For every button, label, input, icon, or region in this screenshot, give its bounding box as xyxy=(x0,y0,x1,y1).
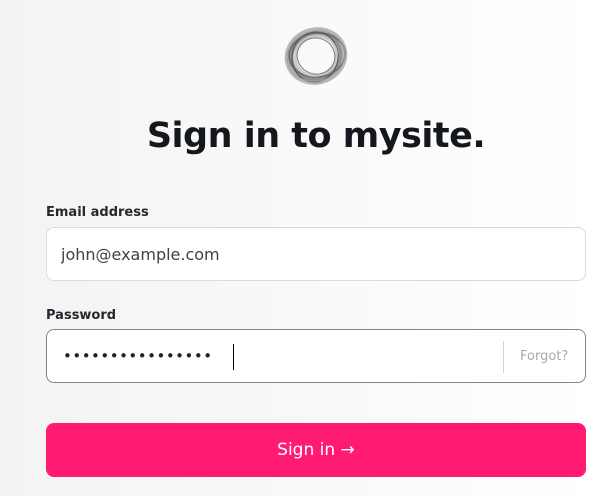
password-field-container: Forgot? xyxy=(46,329,586,383)
forgot-password-link[interactable]: Forgot? xyxy=(520,330,568,382)
email-input[interactable] xyxy=(61,228,481,280)
email-label: Email address xyxy=(46,205,149,220)
field-divider xyxy=(503,341,504,373)
sign-in-button[interactable]: Sign in → xyxy=(46,423,586,477)
password-input[interactable] xyxy=(63,330,483,382)
email-field-container xyxy=(46,227,586,281)
password-label: Password xyxy=(46,308,117,323)
page-title: Sign in to mysite. xyxy=(146,116,486,156)
ring-logo-icon xyxy=(284,27,348,85)
text-caret xyxy=(233,344,234,370)
